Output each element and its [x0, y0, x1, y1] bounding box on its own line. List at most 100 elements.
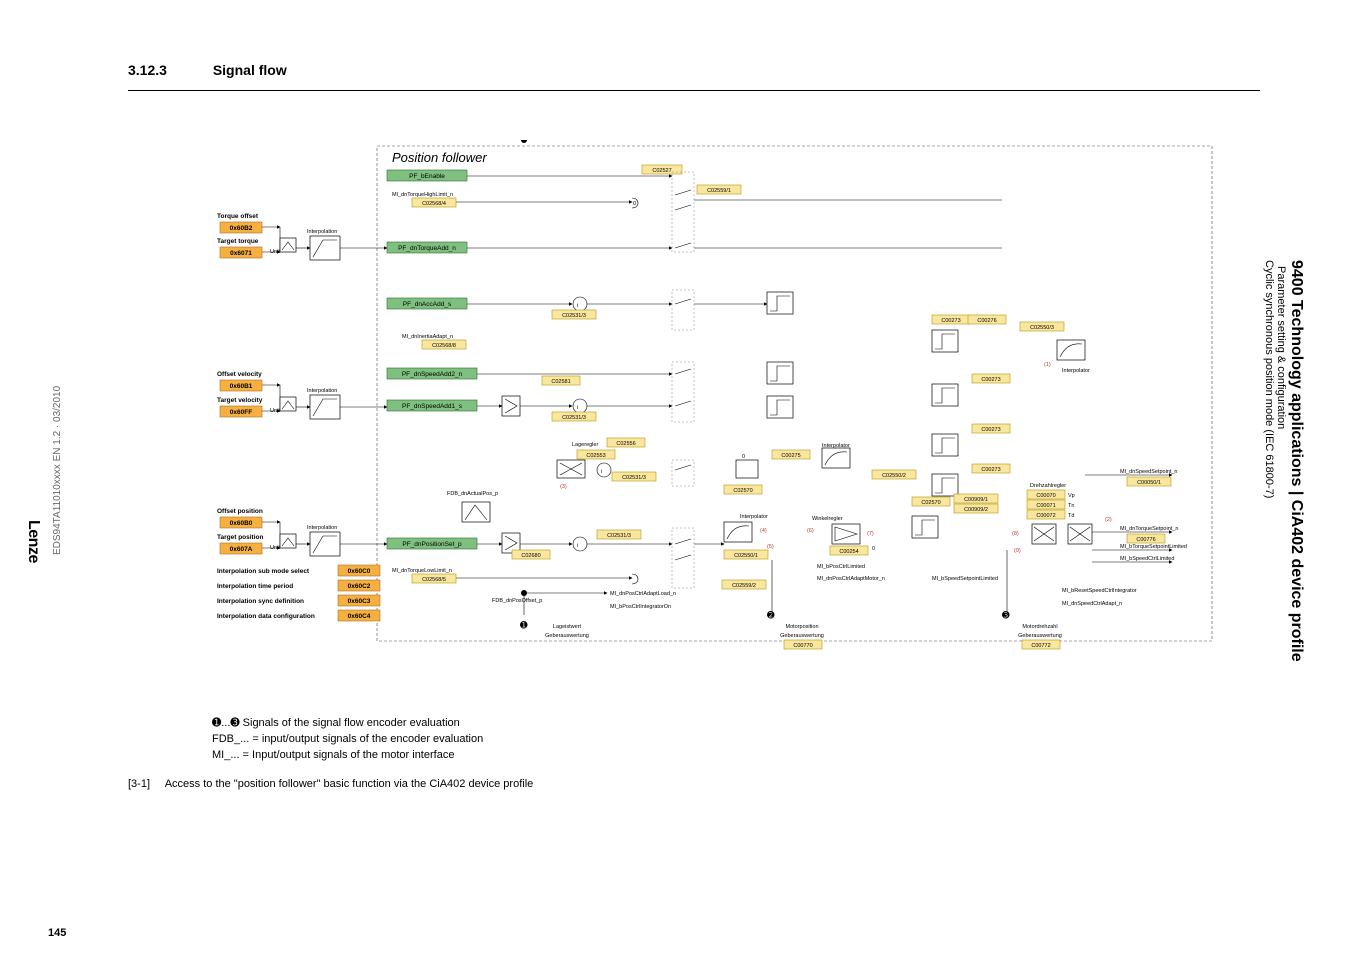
geberauswertung-2: Geberauswertung: [780, 633, 824, 639]
legend-line-3: MI_... = Input/output signals of the mot…: [212, 748, 483, 764]
interpolation-label-2: Interpolation: [307, 388, 337, 394]
zero-hold-1: 0: [633, 201, 636, 207]
unit-label-3: Unit: [270, 545, 280, 551]
mi-posctrl-load: MI_dnPosCtrlAdaptLoad_n: [610, 591, 676, 597]
c00772: C00772: [1031, 643, 1050, 649]
num-9: (9): [1014, 548, 1021, 554]
unit-label-1: Unit: [270, 249, 280, 255]
zero-1: 0: [742, 454, 745, 460]
mi-speedctrl-adapt: MI_dnSpeedCtrlAdapt_n: [1062, 601, 1122, 607]
page-number: 145: [48, 927, 66, 939]
c02553: C02553: [586, 453, 605, 459]
c02550-3: C02550/3: [1030, 325, 1054, 331]
geberauswertung-1: Geberauswertung: [545, 633, 589, 639]
section-number: 3.12.3: [128, 62, 167, 78]
c02527: C02527: [652, 168, 671, 174]
mi-reset-speedctrl: MI_bResetSpeedCtrlIntegrator: [1062, 588, 1137, 594]
legend-line-2: FDB_... = input/output signals of the en…: [212, 732, 483, 748]
mi-posctrl-integrator: MI_bPosCtrlIntegratorOn: [610, 604, 671, 610]
svg-text:i: i: [577, 303, 578, 309]
target-velocity-label: Target velocity: [217, 397, 263, 404]
section-title: Signal flow: [213, 62, 287, 78]
interpolation-label-3: Interpolation: [307, 525, 337, 531]
c02550-2: C02550/2: [882, 473, 906, 479]
c00275: C00275: [781, 453, 800, 459]
figure-tag: [3-1]: [128, 778, 150, 790]
tn: Tn: [1068, 503, 1074, 509]
horizontal-rule: [128, 90, 1260, 91]
c02550-1: C02550/1: [734, 553, 758, 559]
num-6: (6): [807, 528, 814, 534]
c02559-1: C02559/1: [707, 188, 731, 194]
c00070: C00070: [1036, 493, 1055, 499]
dot-2: ➋: [767, 610, 775, 620]
td: Td: [1068, 513, 1074, 519]
mi-posctrl-limited: MI_bPosCtrlLimited: [817, 564, 865, 570]
interpolator-2: Interpolator: [740, 514, 768, 520]
c00909-1: C00909/1: [964, 497, 988, 503]
figure-text: Access to the "position follower" basic …: [165, 778, 534, 790]
c02570b: C02570: [921, 500, 940, 506]
legend-line-1: ➊...➌ Signals of the signal flow encoder…: [212, 716, 483, 732]
title-sub1: Parameter setting & configuration: [1275, 266, 1287, 662]
diagram-title: Position follower: [392, 150, 487, 165]
mi-inertia: MI_dnInertiaAdapt_n: [402, 334, 453, 340]
num-2: (2): [1105, 517, 1112, 523]
offset-position-index: 0x60B0: [230, 520, 253, 527]
mi-torquesetlimited: MI_bTorqueSetpointLimited: [1120, 544, 1187, 550]
pf-positionset: PF_dnPositionSet_p: [402, 541, 462, 548]
target-position-label: Target position: [217, 534, 263, 541]
fdb-actualpos: FDB_dnActualPos_p: [447, 491, 498, 497]
target-velocity-index: 0x60FF: [230, 409, 252, 416]
drehzahlregler: Drehzahlregler: [1030, 483, 1066, 489]
section-header: 3.12.3 Signal flow: [128, 62, 287, 78]
c00071: C00071: [1036, 503, 1055, 509]
c02568-4: C02568/4: [422, 201, 446, 207]
interp-time-period-index: 0x60C2: [348, 583, 371, 590]
mi-torque-high: MI_dnTorqueHighLimit_n: [392, 192, 453, 198]
pf-speedadd1: PF_dnSpeedAdd1_s: [402, 403, 463, 410]
svg-text:i: i: [577, 543, 578, 549]
num-3: (3): [560, 484, 567, 490]
num-7: (7): [867, 531, 874, 537]
lageistwert: Lageistwert: [553, 624, 582, 630]
torque-offset-label: Torque offset: [217, 213, 259, 220]
pf-speedadd2: PF_dnSpeedAdd2_n: [402, 371, 463, 378]
c00254: C00254: [839, 549, 858, 555]
offset-position-label: Offset position: [217, 508, 263, 515]
pf-accadd: PF_dnAccAdd_s: [403, 301, 452, 308]
num-4: (4): [760, 528, 767, 534]
winkelregler: Winkelregler: [812, 516, 843, 522]
mi-speedctrllimited: MI_bSpeedCtrlLimited: [1120, 556, 1174, 562]
pf-torqueadd: PF_dnTorqueAdd_n: [398, 245, 456, 252]
mi-speedsetlimited: MI_bSpeedSetpointLimited: [932, 576, 998, 582]
mi-torque-low: MI_dnTorqueLowLimit_n: [392, 568, 452, 574]
zero-2: 0: [872, 546, 875, 552]
lageregler: Lageregler: [572, 442, 598, 448]
brand-logo: Lenze: [24, 520, 42, 580]
c02568-8: C02568/8: [432, 343, 456, 349]
torque-offset-index: 0x60B2: [230, 225, 253, 232]
c00273a: C00273: [941, 318, 960, 324]
interp-sync-def-label: Interpolation sync definition: [217, 598, 304, 605]
c00050-1: C00050/1: [1137, 480, 1161, 486]
geberauswertung-3: Geberauswertung: [1018, 633, 1062, 639]
motorposition: Motorposition: [785, 624, 818, 630]
dot-1: ➊: [520, 620, 528, 630]
figure-reference: [3-1] Access to the "position follower" …: [128, 778, 533, 790]
target-torque-index: 0x6071: [230, 250, 252, 257]
figure-legend: ➊...➌ Signals of the signal flow encoder…: [212, 716, 483, 764]
signal-flow-diagram: Position follower Torque offset 0x60B2 T…: [212, 140, 1222, 710]
doc-reference: EDS94TA11010xxxx EN 1.2 · 03/2010: [52, 55, 72, 555]
c02570: C02570: [733, 488, 752, 494]
interp-data-cfg-index: 0x60C4: [348, 613, 371, 620]
c02531-3c: C02531/3: [622, 475, 646, 481]
offset-velocity-index: 0x60B1: [230, 383, 253, 390]
interpolation-label-1: Interpolation: [307, 229, 337, 235]
motordrehzahl: Motordrehzahl: [1022, 624, 1057, 630]
fdb-posoffset: FDB_dnPosOffset_p: [492, 598, 542, 604]
c02559-2: C02559/2: [732, 583, 756, 589]
offset-velocity-label: Offset velocity: [217, 371, 262, 378]
c00909-2: C00909/2: [964, 507, 988, 513]
switch-column: [672, 172, 694, 588]
